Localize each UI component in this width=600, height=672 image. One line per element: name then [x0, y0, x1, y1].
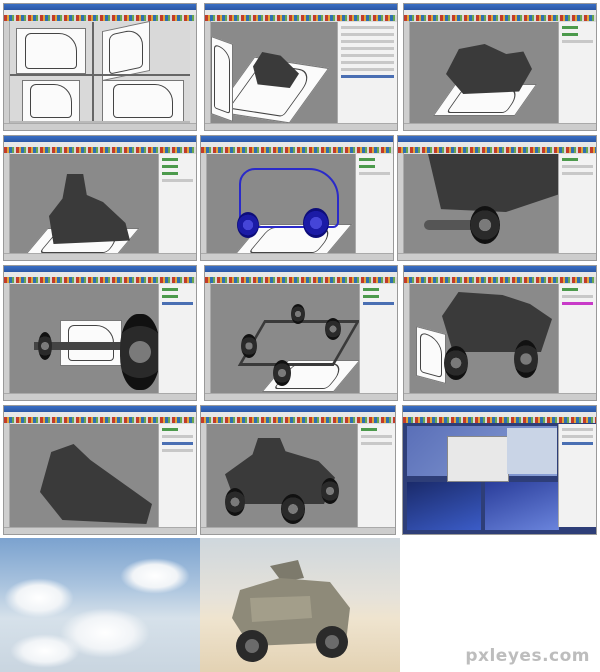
hub-icon	[38, 332, 52, 360]
viewport[interactable]	[10, 154, 158, 256]
panel-step-7-axle-closeup	[3, 265, 197, 401]
wheel-icon	[514, 340, 538, 378]
blueprint-wall	[211, 35, 233, 123]
shelf-toolbar[interactable]	[398, 147, 596, 153]
attribute-editor[interactable]	[359, 284, 397, 393]
panel-step-12-render-setup	[402, 405, 597, 535]
wheel-rear-icon	[303, 208, 329, 238]
panel-step-4-turret	[3, 135, 197, 261]
tire-icon	[120, 314, 160, 390]
render-view-bottom-left[interactable]	[407, 482, 481, 530]
attribute-editor[interactable]	[558, 154, 596, 253]
shelf-toolbar[interactable]	[201, 147, 393, 153]
attribute-editor[interactable]	[158, 284, 196, 393]
viewport[interactable]	[211, 284, 361, 393]
shelf-toolbar[interactable]	[205, 15, 397, 21]
wheel-hub-icon	[470, 206, 500, 244]
panel-step-9-assembled	[403, 265, 597, 401]
blueprint-top	[16, 28, 86, 74]
wheel-icon	[241, 334, 257, 358]
attribute-editor[interactable]	[158, 424, 196, 527]
wheel-icon	[281, 494, 305, 524]
channel-box[interactable]	[337, 22, 397, 123]
render-view-bottom-right[interactable]	[485, 482, 559, 530]
viewport[interactable]	[410, 284, 558, 393]
wheel-front-icon	[237, 212, 259, 238]
viewport[interactable]	[211, 22, 337, 124]
attribute-editor[interactable]	[355, 154, 393, 253]
panel-step-2-hull-blockout	[204, 3, 398, 131]
attribute-editor[interactable]	[558, 22, 596, 123]
shelf-toolbar[interactable]	[205, 277, 397, 283]
hull-body	[40, 444, 152, 524]
render-settings-dialog[interactable]	[447, 436, 509, 482]
shelf-toolbar[interactable]	[404, 277, 596, 283]
viewport[interactable]	[207, 154, 355, 256]
blueprint-side	[102, 80, 184, 122]
blueprint-wall	[416, 325, 446, 385]
armored-car-render	[232, 560, 350, 662]
viewport[interactable]	[10, 20, 190, 123]
final-render	[200, 538, 400, 672]
shelf-toolbar[interactable]	[4, 147, 196, 153]
attribute-editor[interactable]	[558, 284, 596, 393]
viewport[interactable]	[10, 424, 158, 527]
hull-underside	[428, 154, 558, 212]
wheel-icon	[444, 346, 468, 380]
hull-body	[442, 292, 552, 352]
blueprint-perspective	[102, 20, 150, 82]
shelf-toolbar[interactable]	[404, 15, 596, 21]
attribute-editor[interactable]	[558, 424, 596, 527]
attribute-editor[interactable]	[357, 424, 395, 527]
shelf-toolbar[interactable]	[403, 417, 596, 423]
watermark: pxleyes.com	[465, 646, 590, 666]
attribute-editor[interactable]	[158, 154, 196, 253]
viewport[interactable]	[410, 22, 558, 123]
shelf-toolbar[interactable]	[4, 277, 196, 283]
blueprint-front	[22, 80, 80, 122]
sky-backdrop	[0, 538, 200, 672]
panel-step-1-blueprints	[3, 3, 197, 131]
wheel-icon	[273, 360, 291, 386]
viewport[interactable]	[207, 424, 357, 527]
panel-step-10-hull-only	[3, 405, 197, 535]
panel-step-11-full-model	[200, 405, 396, 535]
hull-body	[446, 44, 532, 94]
wheel-icon	[225, 488, 245, 516]
render-preview	[507, 428, 557, 474]
status-line	[4, 123, 196, 130]
panel-step-5-wireframe	[200, 135, 394, 261]
wheel-icon	[325, 318, 341, 340]
wheel-icon	[321, 478, 339, 504]
hull-blockout	[253, 52, 299, 88]
panel-step-6-wheel-closeup	[397, 135, 597, 261]
panel-step-3-hull-shape	[403, 3, 597, 131]
panel-step-8-chassis	[204, 265, 398, 401]
shelf-toolbar[interactable]	[201, 417, 395, 423]
viewport[interactable]	[10, 284, 160, 393]
wheel-icon	[291, 304, 305, 324]
shelf-toolbar[interactable]	[4, 417, 196, 423]
shelf-toolbar[interactable]	[4, 15, 196, 21]
viewport[interactable]	[404, 154, 558, 253]
hull-with-turret	[49, 174, 130, 244]
